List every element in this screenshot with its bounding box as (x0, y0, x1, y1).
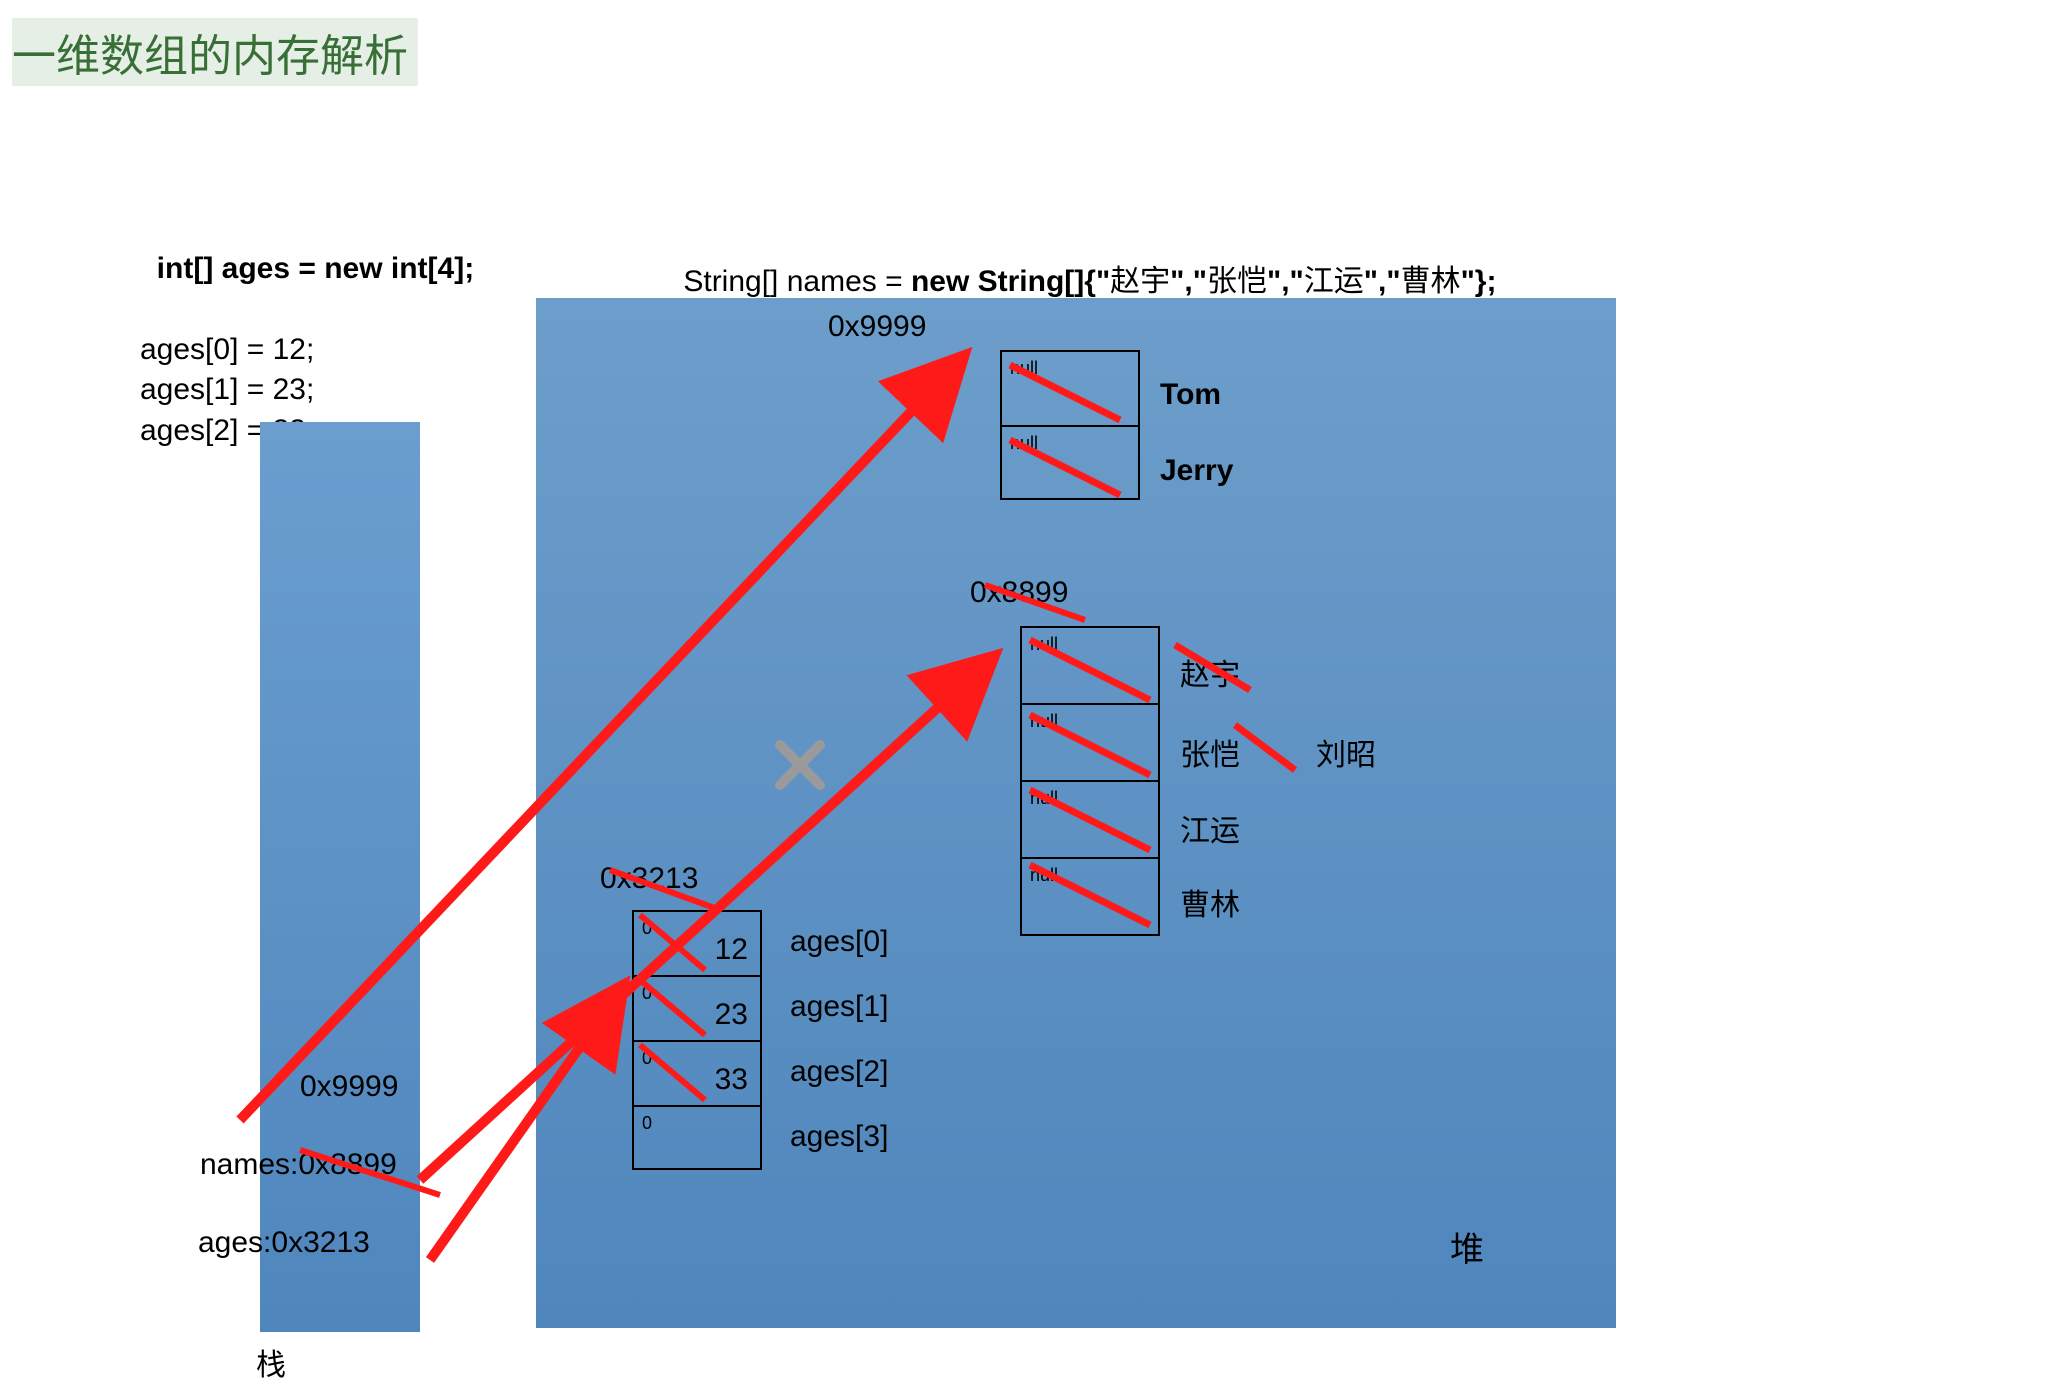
names-val-3: 曹林 (1180, 880, 1240, 924)
cell-jerry: null (1002, 427, 1138, 502)
addr-8899: 0x8899 (970, 576, 1068, 610)
names-val-1: 张恺 (1180, 730, 1240, 774)
names-cell-2: null (1022, 782, 1158, 859)
heap-box-9999: null null (1000, 350, 1140, 500)
ages-label-0: ages[0] (790, 925, 888, 959)
null-text: null (1010, 433, 1038, 454)
ages-label-3: ages[3] (790, 1120, 888, 1154)
names-val-0: 赵宇 (1180, 650, 1240, 694)
stack-area (260, 422, 420, 1332)
names-cell-0: null (1022, 628, 1158, 705)
page-title: 一维数组的内存解析 (12, 18, 418, 86)
ages-cell-0: 0 12 (634, 912, 760, 977)
names-cell-3: null (1022, 859, 1158, 936)
stack-names-entry: names:0x8899 (200, 1148, 397, 1182)
tom-label: Tom (1160, 378, 1221, 412)
ages-label-2: ages[2] (790, 1055, 888, 1089)
addr-9999: 0x9999 (828, 310, 926, 344)
stack-ptr-9999: 0x9999 (300, 1070, 398, 1104)
heap-caption: 堆 (1450, 1222, 1484, 1271)
addr-3213: 0x3213 (600, 862, 698, 896)
stack-ages-entry: ages:0x3213 (198, 1226, 370, 1260)
code-ages-decl: int[] ages = new int[4]; (157, 252, 475, 285)
ages-cell-3: 0 (634, 1107, 760, 1172)
names-cell-1: null (1022, 705, 1158, 782)
ages-cell-1: 0 23 (634, 977, 760, 1042)
null-text: null (1010, 358, 1038, 379)
ages-label-1: ages[1] (790, 990, 888, 1024)
stack-caption: 栈 (256, 1340, 286, 1384)
jerry-label: Jerry (1160, 454, 1233, 488)
cell-tom: null (1002, 352, 1138, 427)
names-val-2: 江运 (1180, 806, 1240, 850)
ages-cell-2: 0 33 (634, 1042, 760, 1107)
heap-box-3213: 0 12 0 23 0 33 0 (632, 910, 762, 1170)
liuzhao-label: 刘昭 (1316, 730, 1376, 774)
heap-box-8899: null null null null (1020, 626, 1160, 936)
